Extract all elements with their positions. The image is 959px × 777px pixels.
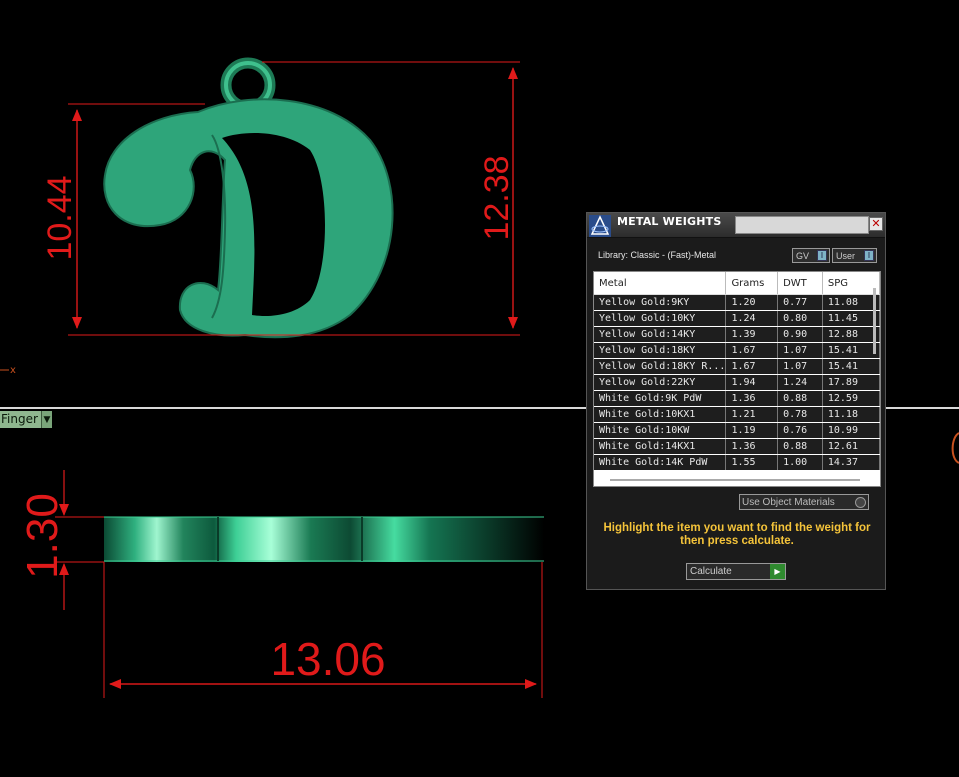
chevron-down-icon[interactable]: ▼	[40, 411, 52, 428]
table-header-row: Metal Grams DWT SPG	[594, 272, 880, 295]
table-row[interactable]: White Gold:9K PdW 1.36 0.88 12.59	[594, 390, 880, 407]
toggle-knob-icon: I	[817, 250, 827, 261]
table-row[interactable]: White Gold:14KX1 1.36 0.88 12.61	[594, 438, 880, 455]
metal-table-body: Yellow Gold:9KY 1.20 0.77 11.08 Yellow Gold:…	[594, 294, 880, 471]
horizontal-scrollbar[interactable]	[610, 479, 860, 481]
cell-metal: Yellow Gold:22KY	[594, 374, 727, 391]
cell-metal: White Gold:10KX1	[594, 406, 727, 423]
user-toggle[interactable]: User I	[832, 248, 877, 263]
cell-spg: 12.59	[822, 390, 880, 407]
dim-label-12-38: 12.38	[478, 155, 516, 240]
table-row[interactable]: Yellow Gold:18KY R... 1.67 1.07 15.41	[594, 358, 880, 375]
cell-grams: 1.19	[725, 422, 779, 439]
cell-grams: 1.67	[725, 342, 779, 359]
cell-metal: White Gold:10KW	[594, 422, 727, 439]
cell-spg: 12.61	[822, 438, 880, 455]
cell-dwt: 0.76	[777, 422, 823, 439]
vertical-scrollbar[interactable]	[873, 288, 876, 354]
metal-weights-panel: METAL WEIGHTS ✕ Library: Classic - (Fast…	[586, 212, 886, 590]
gv-toggle[interactable]: GV I	[792, 248, 830, 263]
table-row[interactable]: White Gold:14K PdW 1.55 1.00 14.37	[594, 454, 880, 471]
gv-toggle-label: GV	[796, 251, 810, 261]
cell-metal: Yellow Gold:18KY	[594, 342, 727, 359]
dim-1-30: 1.30	[18, 470, 104, 610]
cell-grams: 1.21	[725, 406, 779, 423]
cell-metal: White Gold:9K PdW	[594, 390, 727, 407]
calculate-button[interactable]: Calculate ▶	[686, 563, 786, 580]
cell-dwt: 0.88	[777, 390, 823, 407]
close-icon[interactable]: ✕	[869, 217, 883, 231]
cell-dwt: 0.80	[777, 310, 823, 327]
partial-object-edge	[951, 432, 959, 464]
cell-spg: 11.45	[822, 310, 880, 327]
panel-titlebar[interactable]: METAL WEIGHTS ✕	[587, 213, 885, 238]
cell-dwt: 1.07	[777, 358, 823, 375]
cell-dwt: 1.07	[777, 342, 823, 359]
cell-grams: 1.67	[725, 358, 779, 375]
calculate-label: Calculate	[690, 566, 732, 577]
table-row[interactable]: White Gold:10KX1 1.21 0.78 11.18	[594, 406, 880, 423]
cell-grams: 1.36	[725, 438, 779, 455]
cell-dwt: 0.77	[777, 294, 823, 311]
cell-grams: 1.94	[725, 374, 779, 391]
col-header-grams[interactable]: Grams	[725, 272, 779, 295]
cell-metal: Yellow Gold:9KY	[594, 294, 727, 311]
cell-metal: White Gold:14K PdW	[594, 454, 727, 471]
dim-label-10-44: 10.44	[41, 175, 79, 260]
cell-dwt: 0.78	[777, 406, 823, 423]
table-row[interactable]: Yellow Gold:9KY 1.20 0.77 11.08	[594, 294, 880, 311]
panel-title: METAL WEIGHTS	[617, 215, 722, 228]
cell-dwt: 1.24	[777, 374, 823, 391]
cell-dwt: 1.00	[777, 454, 823, 471]
cell-metal: White Gold:14KX1	[594, 438, 727, 455]
cell-spg: 11.18	[822, 406, 880, 423]
use-object-materials-option[interactable]: Use Object Materials	[739, 494, 869, 510]
instruction-text: Highlight the item you want to find the …	[603, 522, 871, 547]
title-field	[735, 216, 869, 234]
app-logo-icon	[589, 215, 611, 237]
dim-label-13-06: 13.06	[270, 633, 385, 685]
table-row[interactable]: Yellow Gold:22KY 1.94 1.24 17.89	[594, 374, 880, 391]
user-toggle-label: User	[836, 251, 856, 261]
cell-grams: 1.24	[725, 310, 779, 327]
view-selector-label: Finger	[0, 411, 41, 428]
toggle-knob-icon: I	[864, 250, 874, 261]
table-row[interactable]: Yellow Gold:18KY 1.67 1.07 15.41	[594, 342, 880, 359]
view-selector[interactable]: Finger ▼	[0, 411, 52, 428]
radio-icon[interactable]	[855, 497, 866, 508]
library-label: Library: Classic - (Fast)-Metal	[598, 250, 717, 260]
table-row[interactable]: Yellow Gold:14KY 1.39 0.90 12.88	[594, 326, 880, 343]
dim-label-1-30: 1.30	[18, 493, 67, 579]
play-icon: ▶	[770, 564, 785, 579]
cell-metal: Yellow Gold:14KY	[594, 326, 727, 343]
cell-dwt: 0.88	[777, 438, 823, 455]
col-header-metal[interactable]: Metal	[594, 272, 727, 295]
cell-grams: 1.20	[725, 294, 779, 311]
cell-grams: 1.39	[725, 326, 779, 343]
col-header-dwt[interactable]: DWT	[777, 272, 823, 295]
use-object-materials-label: Use Object Materials	[742, 497, 835, 508]
cell-metal: Yellow Gold:10KY	[594, 310, 727, 327]
col-header-spg[interactable]: SPG	[822, 272, 880, 295]
cell-spg: 14.37	[822, 454, 880, 471]
cell-metal: Yellow Gold:18KY R...	[594, 358, 727, 375]
cell-dwt: 0.90	[777, 326, 823, 343]
cell-grams: 1.55	[725, 454, 779, 471]
table-row[interactable]: White Gold:10KW 1.19 0.76 10.99	[594, 422, 880, 439]
axis-marker: x	[10, 365, 16, 376]
cell-spg: 15.41	[822, 358, 880, 375]
dim-13-06: 13.06	[103, 562, 543, 698]
cell-spg: 17.89	[822, 374, 880, 391]
cell-spg: 15.41	[822, 342, 880, 359]
table-row[interactable]: Yellow Gold:10KY 1.24 0.80 11.45	[594, 310, 880, 327]
pendant-side-view[interactable]	[104, 516, 544, 562]
cell-spg: 12.88	[822, 326, 880, 343]
metal-table[interactable]: Metal Grams DWT SPG Yellow Gold:9KY 1.20 0…	[593, 271, 881, 487]
cell-grams: 1.36	[725, 390, 779, 407]
cell-spg: 10.99	[822, 422, 880, 439]
cell-spg: 11.08	[822, 294, 880, 311]
